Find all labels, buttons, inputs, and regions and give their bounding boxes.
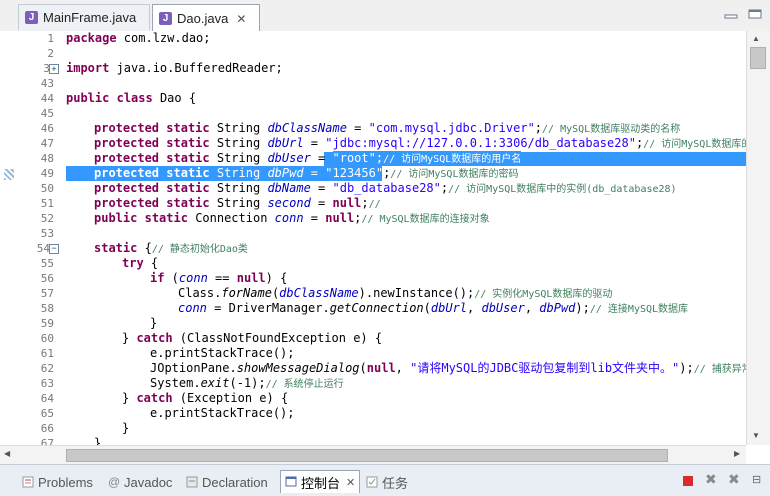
tab-problems[interactable]: Problems [22, 473, 93, 491]
code-line: conn = DriverManager.getConnection(dbUrl… [178, 301, 689, 315]
line-number: 1 [47, 32, 54, 45]
tab-label: Javadoc [124, 474, 173, 490]
line-number: 50 [40, 182, 54, 195]
code-line: import java.io.BufferedReader; [66, 61, 283, 75]
scroll-down-icon[interactable]: ▼ [752, 431, 760, 440]
tab-mainframe-java[interactable]: J MainFrame.java [18, 4, 150, 30]
tab-declaration[interactable]: Declaration [186, 473, 268, 491]
declaration-icon [186, 476, 198, 488]
code-line: } [150, 316, 158, 330]
scrollbar-thumb[interactable] [66, 449, 668, 462]
vertical-scrollbar[interactable]: ▲ ▼ [746, 31, 770, 445]
code-editor[interactable]: 1 2 3 + 43 44 45 46 47 48 49 50 51 52 53… [0, 31, 746, 445]
line-number: 44 [40, 92, 54, 105]
problems-icon [22, 476, 34, 488]
line-number: 55 [40, 257, 54, 270]
at-icon: @ [108, 475, 121, 489]
line-number: 49 [40, 167, 54, 180]
code-line: public class Dao { [66, 91, 197, 105]
code-line: } [94, 436, 102, 445]
line-number: 65 [40, 407, 54, 420]
line-number: 59 [40, 317, 54, 330]
tasks-icon [366, 476, 378, 488]
code-line: } [122, 421, 130, 435]
tab-label: 任务 [382, 475, 409, 491]
code-line: static {// 静态初始化Dao类 [94, 241, 248, 255]
line-number: 61 [40, 347, 54, 360]
line-number: 2 [47, 47, 54, 60]
code-line: package com.lzw.dao; [66, 31, 211, 45]
view-menu-icon[interactable]: ⊟ [752, 473, 761, 486]
bottom-view-tabs: Problems @ Javadoc Declaration 控制台 ✕ 任务 … [0, 464, 770, 496]
line-number: 63 [40, 377, 54, 390]
code-line: e.printStackTrace(); [150, 406, 295, 420]
close-icon[interactable]: ✕ [236, 12, 246, 26]
code-line: protected static String dbUser = "root";… [94, 151, 522, 165]
line-number: 62 [40, 362, 54, 375]
line-number: 57 [40, 287, 54, 300]
java-file-icon: J [159, 12, 172, 25]
line-number: 66 [40, 422, 54, 435]
line-number: 53 [40, 227, 54, 240]
horizontal-scrollbar[interactable]: ◀ ▶ [0, 445, 746, 464]
line-number: 64 [40, 392, 54, 405]
overview-ruler [0, 31, 20, 445]
tab-label: Declaration [202, 474, 268, 490]
scrollbar-thumb[interactable] [750, 47, 766, 69]
code-line: protected static String dbName = "db_dat… [94, 181, 677, 195]
line-number: 54 [36, 242, 50, 255]
editor-tab-bar: J MainFrame.java J Dao.java ✕ [0, 0, 770, 32]
change-marker [4, 169, 14, 180]
line-number: 45 [40, 107, 54, 120]
remove-launch-icon[interactable]: ✖ [705, 471, 717, 488]
console-icon [285, 476, 297, 487]
line-number: 51 [40, 197, 54, 210]
java-file-icon: J [25, 11, 38, 24]
tab-label: Dao.java [177, 11, 229, 26]
line-number-gutter: 1 2 3 + 43 44 45 46 47 48 49 50 51 52 53… [20, 31, 59, 445]
code-line: if (conn == null) { [150, 271, 288, 285]
remove-all-icon[interactable]: ✖ [728, 471, 740, 488]
line-number: 52 [40, 212, 54, 225]
code-line: protected static String dbUrl = "jdbc:my… [94, 136, 746, 150]
tab-label: 控制台 [301, 475, 341, 491]
tab-tasks[interactable]: 任务 [366, 473, 408, 491]
code-line: System.exit(-1);// 系统停止运行 [150, 376, 344, 390]
line-number: 43 [40, 77, 54, 90]
maximize-icon[interactable] [748, 9, 762, 19]
code-line: public static Connection conn = null;// … [94, 211, 490, 225]
terminate-icon[interactable] [683, 476, 693, 486]
scroll-left-icon[interactable]: ◀ [4, 449, 10, 458]
code-line: JOptionPane.showMessageDialog(null, "请将M… [150, 361, 746, 375]
code-area[interactable]: package com.lzw.dao; import java.io.Buff… [58, 31, 746, 445]
tab-console[interactable]: 控制台 ✕ [280, 470, 361, 493]
line-number: 56 [40, 272, 54, 285]
tab-label: MainFrame.java [43, 10, 137, 25]
minimize-icon[interactable] [724, 9, 738, 19]
line-number: 47 [40, 137, 54, 150]
line-number: 67 [40, 437, 54, 445]
line-number: 58 [40, 302, 54, 315]
close-icon[interactable]: ✕ [346, 476, 355, 489]
tab-javadoc[interactable]: @ Javadoc [108, 473, 172, 491]
code-line: Class.forName(dbClassName).newInstance()… [178, 286, 613, 300]
line-number: 46 [40, 122, 54, 135]
code-line: try { [122, 256, 159, 270]
code-line: protected static String dbPwd = "123456"… [94, 166, 519, 180]
code-line: protected static String second = null;// [94, 196, 381, 210]
line-number: 48 [40, 152, 54, 165]
line-number: 60 [40, 332, 54, 345]
code-line: } catch (ClassNotFoundException e) { [122, 331, 383, 345]
scroll-right-icon[interactable]: ▶ [734, 449, 740, 458]
code-line: e.printStackTrace(); [150, 346, 295, 360]
tab-label: Problems [38, 474, 93, 490]
scroll-up-icon[interactable]: ▲ [752, 34, 760, 43]
code-line: protected static String dbClassName = "c… [94, 121, 681, 135]
tab-dao-java[interactable]: J Dao.java ✕ [152, 4, 260, 32]
code-line: } catch (Exception e) { [122, 391, 289, 405]
